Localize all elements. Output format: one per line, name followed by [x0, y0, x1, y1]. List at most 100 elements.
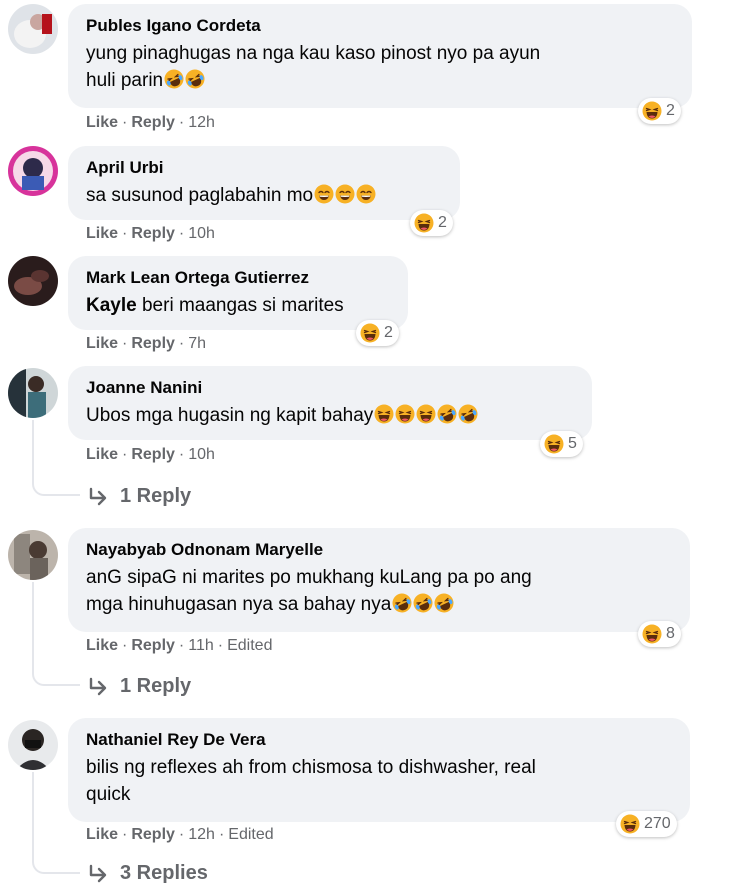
avatar[interactable] — [8, 720, 58, 770]
laughing-emoji-icon — [642, 101, 662, 121]
reply-arrow-icon — [88, 864, 110, 884]
grinning-squint-emoji-icon — [356, 184, 376, 204]
comment-author[interactable]: Publes Igano Cordeta — [86, 16, 676, 36]
reaction-count[interactable]: 270 — [616, 811, 677, 837]
reaction-count-value: 2 — [384, 324, 393, 341]
rofl-emoji-icon — [434, 593, 454, 613]
avatar[interactable] — [8, 530, 58, 580]
comment-bubble: Nayabyab Odnonam Maryelle anG sipaG ni m… — [68, 528, 690, 632]
comment-text: anG sipaG ni marites po mukhang kuLang p… — [86, 564, 674, 618]
thread-connector — [32, 668, 80, 686]
laughing-emoji-icon — [395, 404, 415, 424]
comment-author[interactable]: Joanne Nanini — [86, 378, 576, 398]
reaction-count[interactable]: 2 — [356, 320, 399, 346]
replies-count-label: 1 Reply — [120, 485, 192, 507]
laughing-emoji-icon — [360, 323, 380, 343]
comment-text: sa susunod paglabahin mo — [86, 182, 444, 209]
comment-actions: Like · Reply · 11h · Edited — [86, 637, 273, 655]
comment-text-line: anG sipaG ni marites po mukhang kuLang p… — [86, 567, 532, 588]
reply-button[interactable]: Reply — [131, 637, 175, 655]
avatar[interactable] — [8, 4, 58, 54]
comment-bubble: April Urbi sa susunod paglabahin mo — [68, 146, 460, 220]
comment-actions: Like · Reply · 12h · Edited — [86, 826, 274, 844]
comment-text-line: quick — [86, 784, 131, 805]
laughing-emoji-icon — [642, 624, 662, 644]
like-button[interactable]: Like — [86, 826, 118, 844]
reply-button[interactable]: Reply — [131, 225, 175, 243]
comment-author[interactable]: Nathaniel Rey De Vera — [86, 730, 674, 750]
laughing-emoji-icon — [414, 213, 434, 233]
comment-author[interactable]: April Urbi — [86, 158, 444, 178]
reply-button[interactable]: Reply — [131, 335, 175, 353]
comment-text: yung pinaghugas na nga kau kaso pinost n… — [86, 40, 676, 94]
like-button[interactable]: Like — [86, 446, 118, 464]
view-replies-link[interactable]: 3 Replies — [88, 862, 208, 885]
reaction-count[interactable]: 8 — [638, 621, 681, 647]
avatar[interactable] — [8, 368, 58, 418]
reaction-count[interactable]: 2 — [410, 210, 453, 236]
reaction-count-value: 2 — [666, 102, 675, 119]
view-replies-link[interactable]: 1 Reply — [88, 485, 191, 508]
view-replies-link[interactable]: 1 Reply — [88, 675, 191, 698]
like-button[interactable]: Like — [86, 335, 118, 353]
mention-link[interactable]: Kayle — [86, 295, 137, 316]
comment-bubble: Mark Lean Ortega Gutierrez Kayle beri ma… — [68, 256, 408, 330]
comment-text-line: huli parin — [86, 70, 164, 91]
comment-bubble: Nathaniel Rey De Vera bilis ng reflexes … — [68, 718, 690, 822]
comment-text: bilis ng reflexes ah from chismosa to di… — [86, 754, 674, 808]
rofl-emoji-icon — [392, 593, 412, 613]
comment-text: Kayle beri maangas si marites — [86, 292, 392, 319]
grinning-squint-emoji-icon — [335, 184, 355, 204]
rofl-emoji-icon — [413, 593, 433, 613]
rofl-emoji-icon — [164, 69, 184, 89]
comment-author[interactable]: Mark Lean Ortega Gutierrez — [86, 268, 392, 288]
thread-connector — [32, 478, 80, 496]
timestamp[interactable]: 12h — [188, 114, 215, 132]
like-button[interactable]: Like — [86, 225, 118, 243]
grinning-squint-emoji-icon — [314, 184, 334, 204]
rofl-emoji-icon — [458, 404, 478, 424]
laughing-emoji-icon — [416, 404, 436, 424]
laughing-emoji-icon — [620, 814, 640, 834]
like-button[interactable]: Like — [86, 114, 118, 132]
comment-bubble: Publes Igano Cordeta yung pinaghugas na … — [68, 4, 692, 108]
timestamp[interactable]: 11h — [188, 637, 214, 655]
reply-button[interactable]: Reply — [131, 826, 175, 844]
timestamp[interactable]: 12h — [188, 826, 215, 844]
comment-text-line: bilis ng reflexes ah from chismosa to di… — [86, 757, 536, 778]
comment-text-line: yung pinaghugas na nga kau kaso pinost n… — [86, 43, 541, 64]
laughing-emoji-icon — [544, 434, 564, 454]
like-button[interactable]: Like — [86, 637, 118, 655]
comment-actions: Like · Reply · 10h — [86, 446, 215, 464]
avatar[interactable] — [8, 146, 58, 196]
comment-actions: Like · Reply · 10h — [86, 225, 215, 243]
thread-connector — [32, 856, 80, 874]
reply-button[interactable]: Reply — [131, 114, 175, 132]
reply-button[interactable]: Reply — [131, 446, 175, 464]
replies-count-label: 1 Reply — [120, 675, 192, 697]
reply-arrow-icon — [88, 677, 110, 697]
edited-label[interactable]: Edited — [227, 637, 272, 655]
edited-label[interactable]: Edited — [228, 826, 273, 844]
reaction-count-value: 5 — [568, 435, 577, 452]
avatar[interactable] — [8, 256, 58, 306]
comment-text: Ubos mga hugasin ng kapit bahay — [86, 402, 576, 429]
timestamp[interactable]: 10h — [188, 225, 215, 243]
comment-author[interactable]: Nayabyab Odnonam Maryelle — [86, 540, 674, 560]
thread-line — [32, 420, 34, 480]
rofl-emoji-icon — [185, 69, 205, 89]
timestamp[interactable]: 7h — [188, 335, 206, 353]
comment-actions: Like · Reply · 7h — [86, 335, 207, 353]
comment-actions: Like · Reply · 12h — [86, 114, 215, 132]
comment-text-line: Ubos mga hugasin ng kapit bahay — [86, 405, 374, 426]
comment-bubble: Joanne Nanini Ubos mga hugasin ng kapit … — [68, 366, 592, 440]
comment-text-line: mga hinuhugasan nya sa bahay nya — [86, 594, 392, 615]
comment-text-line: beri maangas si marites — [136, 295, 344, 316]
thread-line — [32, 772, 34, 858]
timestamp[interactable]: 10h — [188, 446, 215, 464]
reaction-count[interactable]: 2 — [638, 98, 681, 124]
replies-count-label: 3 Replies — [120, 862, 208, 884]
reaction-count-value: 2 — [438, 214, 447, 231]
rofl-emoji-icon — [437, 404, 457, 424]
reaction-count[interactable]: 5 — [540, 431, 583, 457]
